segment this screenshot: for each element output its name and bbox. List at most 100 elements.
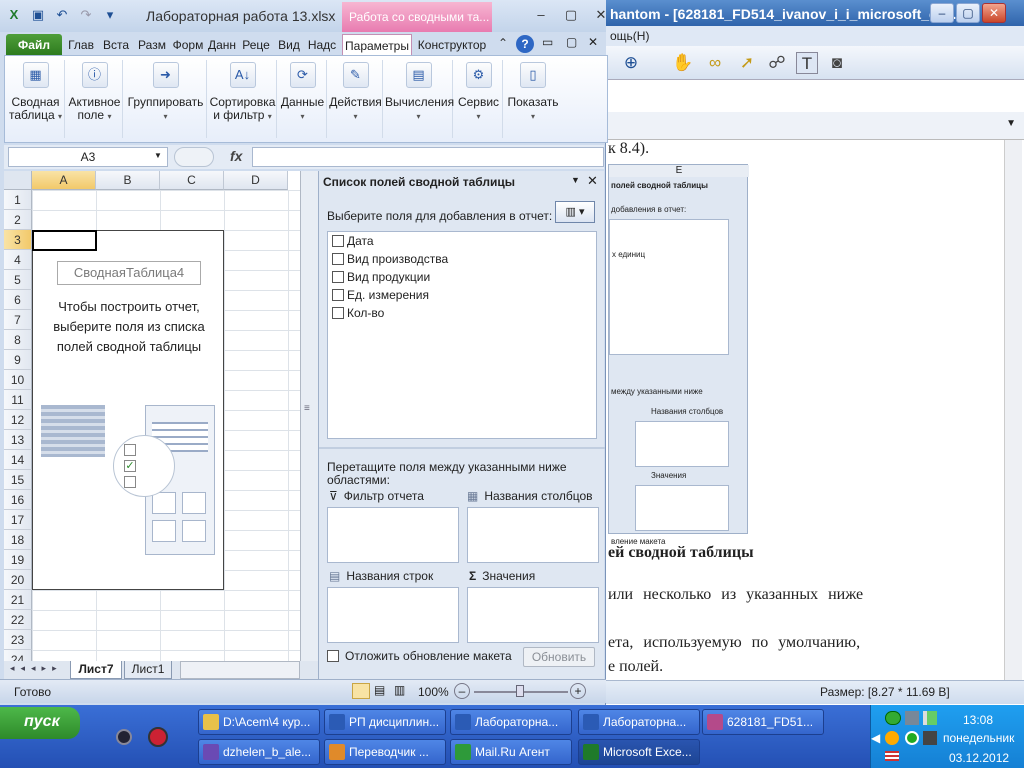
redo-icon[interactable]: ↷ <box>76 6 96 24</box>
insert-function-icon[interactable]: fx <box>230 148 242 164</box>
close-icon[interactable]: ✕ <box>982 3 1006 23</box>
taskbar-button[interactable]: dzhelen_b_ale... <box>198 739 320 765</box>
collapse-ribbon-icon[interactable]: ⌃ <box>498 36 508 50</box>
row-header[interactable]: 12 <box>4 410 32 430</box>
quicklaunch-icon[interactable] <box>116 729 132 745</box>
taskbar-button[interactable]: Mail.Ru Агент <box>450 739 572 765</box>
rows-drop-area[interactable] <box>327 587 459 643</box>
agent-tray-icon[interactable] <box>905 731 919 745</box>
columns-drop-area[interactable] <box>467 507 599 563</box>
row-header[interactable]: 13 <box>4 430 32 450</box>
row-header[interactable]: 14 <box>4 450 32 470</box>
field-item[interactable]: Вид производства <box>328 250 596 268</box>
row-header[interactable]: 3 <box>4 230 32 250</box>
taskbar-button[interactable]: Лабораторна... <box>450 709 572 735</box>
select-all-corner[interactable] <box>4 171 32 190</box>
restore-workbook-icon[interactable]: ▭ <box>542 35 553 49</box>
active-cell-A3[interactable] <box>32 230 97 251</box>
row-header[interactable]: 4 <box>4 250 32 270</box>
tab-formulas[interactable]: Форм <box>172 34 204 56</box>
row-header[interactable]: 15 <box>4 470 32 490</box>
pane-divider[interactable] <box>319 447 605 449</box>
tab-addins[interactable]: Надс <box>306 34 338 56</box>
pivot-table-placeholder[interactable]: СводнаяТаблица4 Чтобы построить отчет, в… <box>32 230 224 590</box>
ribbon-group-show[interactable]: ▯ Показать ▾ <box>505 60 561 138</box>
zoom-in-icon[interactable]: + <box>570 683 586 699</box>
checkbox[interactable] <box>332 271 344 283</box>
column-header[interactable]: D <box>224 171 288 190</box>
checkbox[interactable] <box>332 253 344 265</box>
snapshot-icon[interactable]: ◙ <box>826 52 848 74</box>
tab-page-layout[interactable]: Разм <box>136 34 168 56</box>
values-drop-area[interactable] <box>467 587 599 643</box>
tab-insert[interactable]: Вста <box>100 34 132 56</box>
row-header[interactable]: 18 <box>4 530 32 550</box>
customize-qat-icon[interactable]: ▾ <box>100 6 120 24</box>
taskbar-button[interactable]: D:\Acem\4 кур... <box>198 709 320 735</box>
restore-icon[interactable]: ▢ <box>560 6 582 24</box>
column-header[interactable]: A <box>32 171 96 190</box>
glasses-icon[interactable]: ∞ <box>704 52 726 74</box>
start-button[interactable]: пуск <box>0 707 80 739</box>
dropdown-arrow-icon[interactable]: ▼ <box>1006 118 1016 129</box>
pane-options-icon[interactable]: ▼ <box>571 175 580 185</box>
column-header[interactable]: B <box>96 171 160 190</box>
update-button[interactable]: Обновить <box>523 647 595 667</box>
zoom-in-icon[interactable]: ⊕ <box>620 52 642 74</box>
taskbar-button[interactable]: Microsoft Exce... <box>578 739 700 765</box>
field-item[interactable]: Кол-во <box>328 304 596 322</box>
row-header[interactable]: 2 <box>4 210 32 230</box>
sheet-tab-active[interactable]: Лист7 <box>70 661 122 679</box>
row-header[interactable]: 5 <box>4 270 32 290</box>
tab-data[interactable]: Данн <box>206 34 238 56</box>
row-header[interactable]: 16 <box>4 490 32 510</box>
row-header[interactable]: 19 <box>4 550 32 570</box>
row-header[interactable]: 24 <box>4 650 32 661</box>
row-header[interactable]: 1 <box>4 190 32 210</box>
ribbon-group-sort[interactable]: A↓ Сортировка и фильтр ▾ <box>209 60 277 138</box>
sheet-nav-arrows-icon[interactable]: ◂◂◂▸▸ <box>10 663 63 674</box>
checkbox[interactable] <box>332 307 344 319</box>
ribbon-group-tools[interactable]: ⚙ Сервис ▾ <box>455 60 503 138</box>
maximize-icon[interactable]: ▢ <box>956 3 980 23</box>
splitter-handle-icon[interactable]: ≡ <box>304 403 310 414</box>
restore-window-icon[interactable]: ▢ <box>566 35 577 49</box>
row-header[interactable]: 21 <box>4 590 32 610</box>
hand-tool-icon[interactable]: ✋ <box>672 52 694 74</box>
ribbon-group-data[interactable]: ⟳ Данные ▾ <box>279 60 327 138</box>
name-box-dropdown-icon[interactable]: ▼ <box>154 151 162 160</box>
eye-tray-icon[interactable] <box>885 711 901 725</box>
page-break-view-icon[interactable]: ▥ <box>394 683 405 697</box>
binoculars-icon[interactable]: ☍ <box>766 52 788 74</box>
pane-close-icon[interactable]: ✕ <box>587 173 598 189</box>
checkbox[interactable] <box>332 235 344 247</box>
field-item[interactable]: Дата <box>328 232 596 250</box>
taskbar-button[interactable]: 628181_FD51... <box>702 709 824 735</box>
row-header[interactable]: 23 <box>4 630 32 650</box>
speaker-tray-icon[interactable] <box>923 731 937 745</box>
close-icon[interactable]: ✕ <box>590 6 612 24</box>
worksheet-vertical-scrollbar[interactable]: ≡ <box>300 171 318 661</box>
defer-checkbox[interactable] <box>327 650 339 662</box>
ribbon-group-calculations[interactable]: ▤ Вычисления ▾ <box>385 60 454 138</box>
field-item[interactable]: Ед. измерения <box>328 286 596 304</box>
close-workbook-icon[interactable]: ✕ <box>588 35 598 49</box>
pdf-vertical-scrollbar[interactable] <box>1004 140 1022 680</box>
taskbar-button[interactable]: Переводчик ... <box>324 739 446 765</box>
field-layout-button[interactable]: ▥ ▾ <box>555 201 595 223</box>
sheet-tab[interactable]: Лист1 <box>124 661 172 679</box>
checkbox[interactable] <box>332 289 344 301</box>
page-layout-view-icon[interactable]: ▤ <box>374 683 385 697</box>
row-header[interactable]: 10 <box>4 370 32 390</box>
worksheet-grid[interactable]: A B C D СводнаяТаблица4 Чтобы построить … <box>4 171 318 661</box>
row-header[interactable]: 17 <box>4 510 32 530</box>
text-tool-icon[interactable]: T <box>796 52 818 74</box>
zoom-level[interactable]: 100% <box>418 685 449 699</box>
column-header[interactable]: C <box>160 171 224 190</box>
ribbon-group-actions[interactable]: ✎ Действия ▾ <box>329 60 383 138</box>
clock-time[interactable]: 13:08 <box>963 713 993 727</box>
normal-view-icon[interactable] <box>352 683 370 699</box>
horizontal-scrollbar[interactable] <box>180 661 300 679</box>
row-header[interactable]: 11 <box>4 390 32 410</box>
taskbar-button[interactable]: РП дисциплин... <box>324 709 446 735</box>
